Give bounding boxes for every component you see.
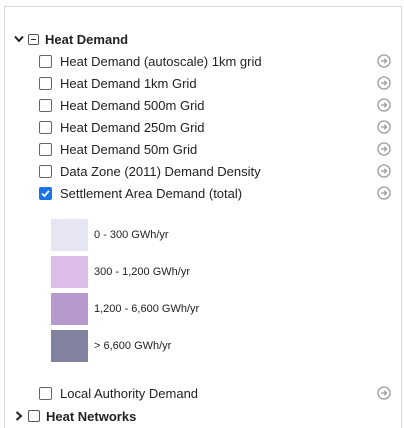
legend-label: 0 - 300 GWh/yr [94, 229, 169, 241]
checkmark-icon [41, 189, 50, 197]
layer-checkbox[interactable] [39, 142, 52, 156]
layer-checkbox[interactable] [39, 164, 52, 178]
layer-row-local-authority[interactable]: Local Authority Demand [39, 383, 395, 403]
layer-row-500m[interactable]: Heat Demand 500m Grid [39, 95, 395, 115]
layer-checkbox[interactable] [39, 120, 52, 134]
layer-label: Settlement Area Demand (total) [60, 185, 243, 201]
group-heat-demand-label: Heat Demand [45, 31, 129, 47]
arrow-circle-icon[interactable] [377, 76, 391, 90]
layer-row-autoscale-1km[interactable]: Heat Demand (autoscale) 1km grid [39, 51, 395, 71]
legend-swatch [51, 293, 88, 325]
layer-label: Heat Demand 1km Grid [60, 75, 197, 91]
legend-item: 0 - 300 GWh/yr [51, 219, 169, 251]
arrow-circle-icon[interactable] [377, 54, 391, 68]
collapse-group-checkbox[interactable] [28, 33, 39, 45]
legend-label: 1,200 - 6,600 GWh/yr [94, 303, 200, 315]
layer-label: Heat Demand 50m Grid [60, 141, 198, 157]
layer-row-data-zone[interactable]: Data Zone (2011) Demand Density [39, 161, 395, 181]
legend-item: 1,200 - 6,600 GWh/yr [51, 293, 199, 325]
layer-label: Heat Demand 250m Grid [60, 119, 205, 135]
layer-checkbox[interactable] [39, 386, 52, 400]
layer-checkbox[interactable] [39, 76, 52, 90]
layer-checkbox-checked[interactable] [39, 186, 52, 200]
legend-swatch [51, 256, 88, 288]
layer-label: Heat Demand (autoscale) 1km grid [60, 53, 262, 69]
legend-label: > 6,600 GWh/yr [94, 340, 172, 352]
group-heat-networks-label: Heat Networks [46, 408, 137, 424]
legend-item: > 6,600 GWh/yr [51, 330, 171, 362]
group-checkbox[interactable] [28, 410, 40, 422]
arrow-circle-icon[interactable] [377, 164, 391, 178]
layer-label: Data Zone (2011) Demand Density [60, 163, 261, 179]
legend-swatch [51, 219, 88, 251]
layer-row-1km[interactable]: Heat Demand 1km Grid [39, 73, 395, 93]
layer-label: Heat Demand 500m Grid [60, 97, 205, 113]
layer-row-settlement[interactable]: Settlement Area Demand (total) [39, 183, 395, 203]
arrow-circle-icon[interactable] [377, 186, 391, 200]
chevron-right-icon[interactable] [13, 409, 25, 423]
layer-row-50m[interactable]: Heat Demand 50m Grid [39, 139, 395, 159]
legend-label: 300 - 1,200 GWh/yr [94, 266, 190, 278]
arrow-circle-icon[interactable] [377, 386, 391, 400]
arrow-circle-icon[interactable] [377, 142, 391, 156]
layer-row-250m[interactable]: Heat Demand 250m Grid [39, 117, 395, 137]
layer-checkbox[interactable] [39, 54, 52, 68]
group-heat-networks[interactable]: Heat Networks [13, 406, 136, 426]
layer-panel: Heat Demand Heat Demand (autoscale) 1km … [4, 6, 402, 428]
chevron-down-icon[interactable] [13, 32, 25, 46]
arrow-circle-icon[interactable] [377, 120, 391, 134]
legend-swatch [51, 330, 88, 362]
legend-item: 300 - 1,200 GWh/yr [51, 256, 190, 288]
layer-label: Local Authority Demand [60, 385, 199, 401]
arrow-circle-icon[interactable] [377, 98, 391, 112]
group-heat-demand[interactable]: Heat Demand [13, 29, 128, 49]
layer-checkbox[interactable] [39, 98, 52, 112]
